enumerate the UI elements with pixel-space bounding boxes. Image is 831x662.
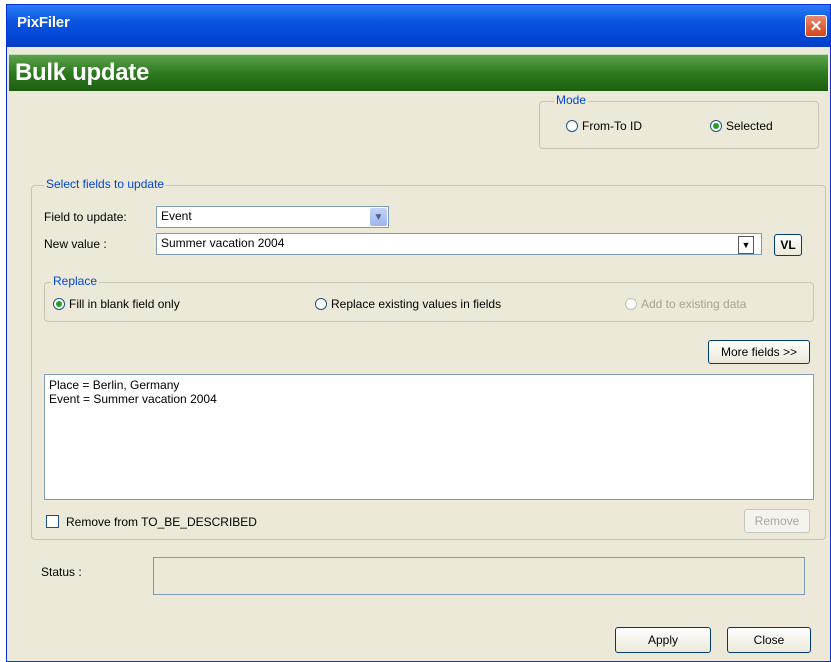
mode-group: Mode From-To ID Selected	[539, 93, 819, 149]
field-to-update-label: Field to update:	[44, 210, 127, 224]
fill-blank-label: Fill in blank field only	[69, 297, 180, 311]
remove-to-be-described-checkbox[interactable]	[46, 515, 59, 528]
status-label: Status :	[41, 565, 82, 579]
list-item: Event = Summer vacation 2004	[49, 392, 217, 406]
status-field	[153, 557, 805, 595]
vl-button[interactable]: VL	[774, 234, 802, 256]
close-button[interactable]: Close	[727, 627, 811, 653]
bulk-update-dialog: PixFiler ✕ Bulk update Mode From-To ID S…	[6, 4, 831, 662]
page-banner: Bulk update	[9, 54, 828, 91]
radio-icon	[625, 298, 637, 310]
page-title: Bulk update	[15, 59, 150, 86]
remove-to-be-described-label: Remove from TO_BE_DESCRIBED	[66, 515, 257, 529]
remove-button[interactable]: Remove	[744, 509, 810, 533]
add-existing-radio[interactable]: Add to existing data	[625, 297, 746, 311]
replace-existing-label: Replace existing values in fields	[331, 297, 502, 311]
list-item: Place = Berlin, Germany	[49, 378, 180, 392]
field-to-update-select[interactable]: Event ▼	[156, 206, 389, 228]
new-value-combo[interactable]: Summer vacation 2004	[156, 233, 762, 255]
mode-selected-radio[interactable]: Selected	[710, 119, 773, 133]
radio-icon	[710, 120, 722, 132]
updates-list[interactable]: Place = Berlin, Germany Event = Summer v…	[44, 374, 814, 500]
mode-selected-label: Selected	[726, 119, 773, 133]
replace-existing-radio[interactable]: Replace existing values in fields	[315, 297, 501, 311]
title-bar[interactable]: PixFiler ✕	[7, 5, 830, 47]
close-icon[interactable]: ✕	[805, 15, 827, 37]
replace-group: Replace Fill in blank field only Replace…	[44, 274, 814, 322]
mode-legend: Mode	[554, 93, 589, 107]
mode-from-to-id-label: From-To ID	[582, 119, 642, 133]
fill-blank-radio[interactable]: Fill in blank field only	[53, 297, 180, 311]
apply-button[interactable]: Apply	[615, 627, 711, 653]
chevron-down-icon[interactable]: ▼	[370, 208, 387, 226]
more-fields-button[interactable]: More fields >>	[708, 340, 810, 364]
select-fields-group: Select fields to update Field to update:…	[31, 177, 826, 540]
mode-from-to-id-radio[interactable]: From-To ID	[566, 119, 642, 133]
field-to-update-value: Event	[161, 209, 192, 223]
radio-icon	[53, 298, 65, 310]
add-existing-label: Add to existing data	[641, 297, 747, 311]
new-value-text: Summer vacation 2004	[161, 236, 285, 250]
window-title: PixFiler	[17, 14, 70, 31]
select-fields-legend: Select fields to update	[44, 177, 167, 191]
radio-icon	[315, 298, 327, 310]
replace-legend: Replace	[51, 274, 100, 288]
new-value-label: New value :	[44, 237, 107, 251]
new-value-dropdown-icon[interactable]: ▼	[738, 236, 754, 254]
radio-icon	[566, 120, 578, 132]
